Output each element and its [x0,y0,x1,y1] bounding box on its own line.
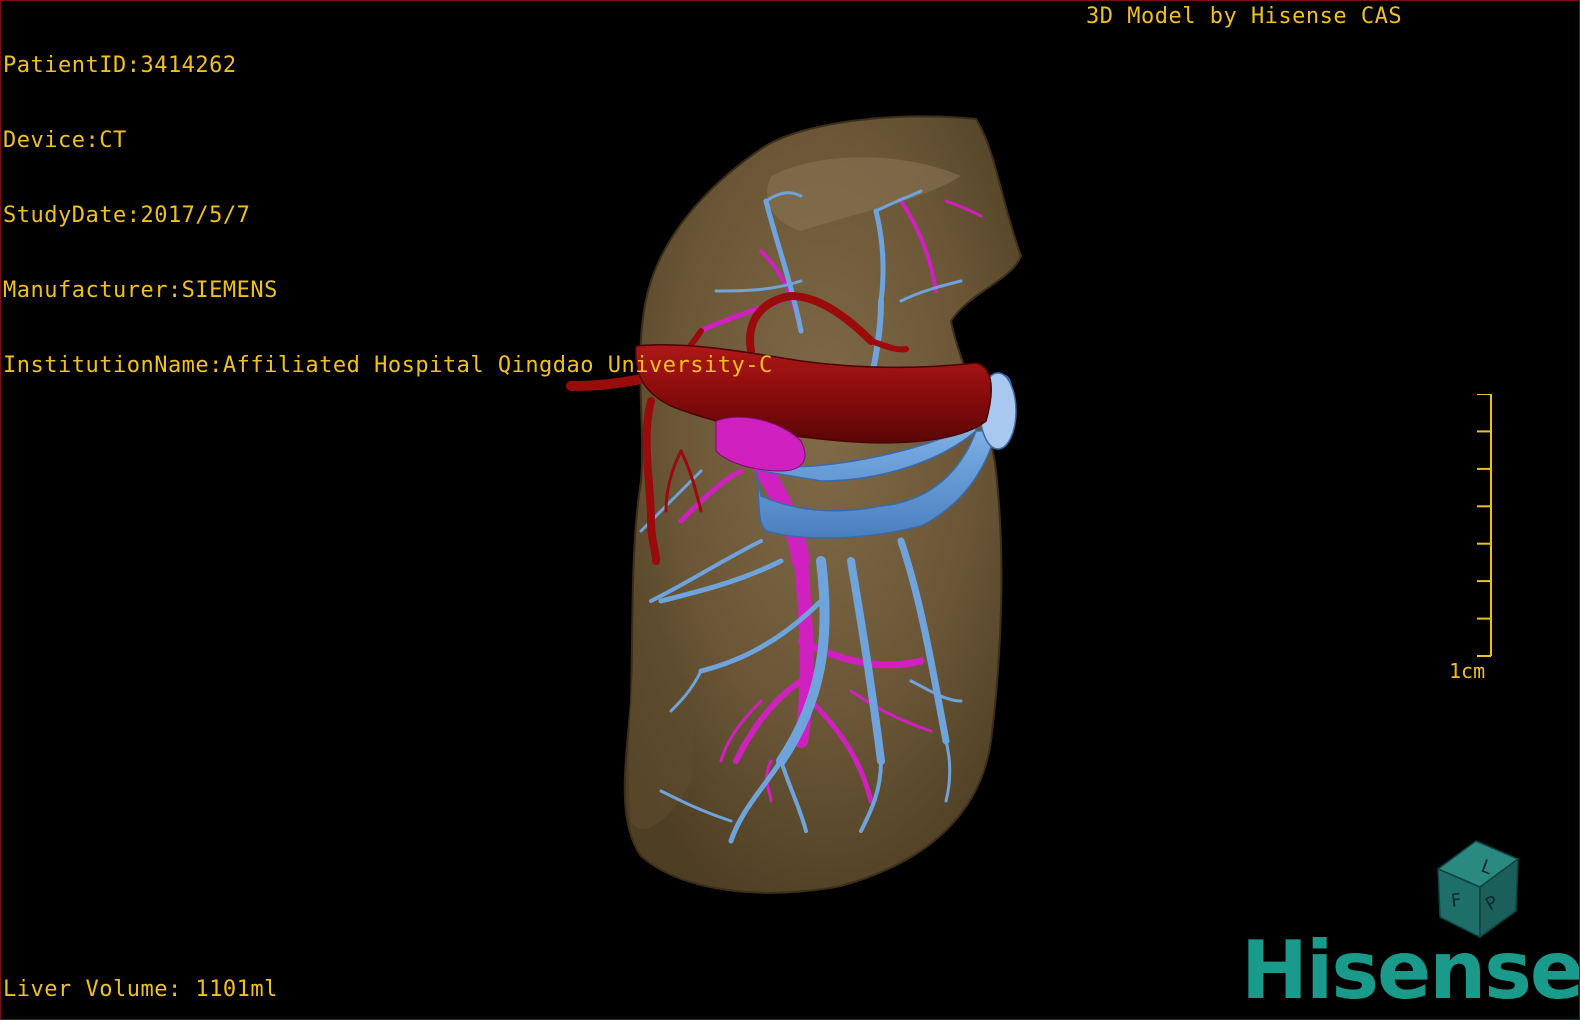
dicom-info-overlay: PatientID:3414262 Device:CT StudyDate:20… [3,3,773,428]
manufacturer-label: Manufacturer:SIEMENS [3,278,278,303]
scale-bar [1477,394,1492,657]
device-label: Device:CT [3,128,127,153]
scale-bar-label: 1cm [1449,659,1486,683]
hisense-logo: Hisense [1241,924,1580,1017]
institution-label: InstitutionName:Affiliated Hospital Qing… [3,353,773,378]
3d-viewport[interactable]: PatientID:3414262 Device:CT StudyDate:20… [0,0,1580,1020]
liver-volume-label: Liver Volume: 1101ml [3,977,278,1002]
study-date-label: StudyDate:2017/5/7 [3,203,251,228]
patient-id-label: PatientID:3414262 [3,53,237,78]
model-credit-label: 3D Model by Hisense CAS [1086,4,1403,29]
